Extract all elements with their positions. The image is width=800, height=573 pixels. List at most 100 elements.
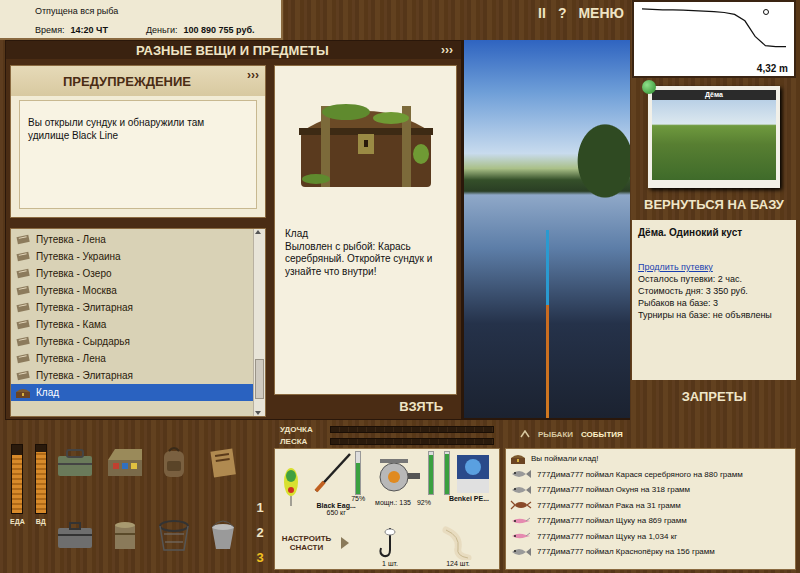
tackle-set-button[interactable]: 2 bbox=[256, 525, 263, 540]
bottom-left: ЕДАВД 1 2 3 bbox=[0, 420, 272, 573]
list-item[interactable]: Путевка - Лена bbox=[11, 231, 253, 248]
fish-icon bbox=[510, 469, 532, 479]
lure-slot[interactable] bbox=[277, 451, 304, 519]
list-item[interactable]: Клад bbox=[11, 384, 253, 401]
rod-slot[interactable]: 75%Black Eag...650 кг bbox=[307, 451, 365, 519]
card-label: Дёма bbox=[652, 90, 776, 100]
collapse-icon[interactable] bbox=[520, 430, 530, 438]
setup-button[interactable]: НАСТРОИТЬ СНАСТИ bbox=[277, 519, 351, 567]
rod-in-view bbox=[546, 230, 549, 418]
status-box: Отпущена вся рыбаВремя:14:20 ЧТДеньги:10… bbox=[0, 0, 283, 40]
hook-slot[interactable]: 1 шт. bbox=[354, 519, 426, 567]
tackle-set-button[interactable]: 1 bbox=[256, 500, 263, 515]
line-slot[interactable]: Benkei PE... bbox=[441, 451, 497, 519]
need-meter: ЕДА bbox=[10, 444, 25, 569]
scroll-down-icon[interactable] bbox=[254, 410, 262, 416]
window-arrows[interactable]: ››› bbox=[441, 43, 453, 57]
line-spool-icon bbox=[453, 451, 493, 495]
item-label: Путевка - Лена bbox=[36, 234, 106, 245]
items-list: Путевка - Лена Путевка - Украина Путевка -… bbox=[10, 228, 266, 417]
permit-icon bbox=[15, 336, 31, 347]
lure-icon bbox=[510, 516, 532, 526]
top-controls: II? МЕНЮ bbox=[462, 0, 630, 40]
event-row: 777Дима777 поймал Окуня на 318 грамм bbox=[510, 482, 791, 498]
scrollbar[interactable] bbox=[253, 229, 265, 416]
event-tab[interactable]: РЫБАКИ bbox=[538, 430, 573, 439]
permit-icon bbox=[15, 251, 31, 262]
backpack-icon[interactable] bbox=[158, 445, 190, 479]
event-text: 777Дима777 поймал Карася серебряного на … bbox=[537, 470, 743, 479]
status-message: Отпущена вся рыба bbox=[35, 6, 275, 16]
meter-fill bbox=[36, 452, 46, 513]
rod-load: 650 кг bbox=[327, 509, 346, 516]
scroll-track bbox=[254, 235, 265, 410]
tackle-box-icon[interactable] bbox=[55, 446, 95, 478]
money-value: 100 890 755 руб. bbox=[184, 25, 255, 35]
tension-label: УДОЧКА bbox=[280, 425, 326, 434]
bucket-icon[interactable] bbox=[206, 519, 240, 551]
event-text: 777Дима777 поймал Окуня на 318 грамм bbox=[537, 485, 690, 494]
item-detail: КладВыловлен с рыбой: Карась серебряный.… bbox=[274, 65, 457, 395]
return-button[interactable]: ВЕРНУТЬСЯ НА БАЗУ bbox=[632, 188, 796, 220]
list-item[interactable]: Путевка - Элитарная bbox=[11, 299, 253, 316]
event-tabs: РЫБАКИ СОБЫТИЯ bbox=[498, 430, 800, 439]
bait-slot[interactable]: 124 шт. bbox=[429, 519, 487, 567]
warning-text: Вы открыли сундук и обнаружили там удили… bbox=[19, 100, 257, 209]
location-detail: Рыбаков на базе: 3 bbox=[638, 298, 790, 308]
take-button[interactable]: ВЗЯТЬ bbox=[274, 395, 457, 417]
list-item[interactable]: Путевка - Москва bbox=[11, 282, 253, 299]
location-photo bbox=[652, 100, 776, 180]
keepnet-icon[interactable] bbox=[154, 518, 194, 552]
help-button[interactable]: ? bbox=[558, 5, 567, 21]
item-label: Путевка - Озеро bbox=[36, 268, 112, 279]
wear-fill bbox=[445, 454, 449, 494]
location-detail: Стоимость дня: 3 350 руб. bbox=[638, 286, 790, 296]
list-item[interactable]: Путевка - Лена bbox=[11, 350, 253, 367]
event-tab[interactable]: СОБЫТИЯ bbox=[581, 430, 623, 439]
event-text: Вы поймали клад! bbox=[531, 454, 598, 463]
reel-slot[interactable]: мощн.: 13592% bbox=[368, 451, 438, 519]
warning-header: ПРЕДУПРЕЖДЕНИЕ››› bbox=[11, 66, 265, 96]
reel-texts: мощн.: 13592% bbox=[375, 499, 431, 506]
extend-link[interactable]: Продлить путевку bbox=[638, 262, 790, 272]
item-label: Путевка - Кама bbox=[36, 319, 106, 330]
open-box-icon[interactable] bbox=[105, 446, 145, 478]
wear-meter bbox=[428, 451, 434, 495]
left-column: ПРЕДУПРЕЖДЕНИЕ››› Вы открыли сундук и обн… bbox=[10, 65, 266, 417]
menu-button[interactable]: МЕНЮ bbox=[578, 5, 624, 21]
time-label: Время: bbox=[35, 25, 65, 35]
hook-count: 1 шт. bbox=[382, 560, 398, 567]
feeder-icon[interactable] bbox=[107, 519, 143, 551]
location-card[interactable]: Дёма bbox=[648, 86, 780, 188]
notebook-icon[interactable] bbox=[207, 446, 239, 478]
item-label: Клад bbox=[36, 387, 59, 398]
case-icon[interactable] bbox=[55, 520, 95, 550]
location-name: Дёма. Одинокий куст bbox=[638, 227, 790, 238]
needs-meters: ЕДАВД bbox=[10, 428, 47, 569]
warning-panel: ПРЕДУПРЕЖДЕНИЕ››› Вы открыли сундук и обн… bbox=[10, 65, 266, 218]
tackle-set-button[interactable]: 3 bbox=[256, 550, 263, 565]
meter-fill bbox=[12, 455, 22, 513]
scroll-thumb[interactable] bbox=[255, 359, 264, 399]
list-item[interactable]: Путевка - Кама bbox=[11, 316, 253, 333]
rod-meter bbox=[355, 451, 361, 495]
list-item[interactable]: Путевка - Озеро bbox=[11, 265, 253, 282]
right-column: КладВыловлен с рыбой: Карась серебряный.… bbox=[274, 65, 457, 417]
list-item[interactable]: Путевка - Элитарная bbox=[11, 367, 253, 384]
bans-button[interactable]: ЗАПРЕТЫ bbox=[632, 380, 796, 412]
permit-icon bbox=[15, 353, 31, 364]
list-item[interactable]: Путевка - Украина bbox=[11, 248, 253, 265]
money-label: Деньги: bbox=[146, 25, 178, 35]
permit-icon bbox=[15, 319, 31, 330]
bottom-panels: 75%Black Eag...650 кг мощн.: 13592% Benkei… bbox=[272, 448, 800, 573]
warning-arrows[interactable]: ››› bbox=[247, 66, 259, 82]
hook-icon bbox=[377, 526, 403, 560]
pause-button[interactable]: II bbox=[538, 5, 546, 21]
rod-icon bbox=[312, 451, 352, 495]
scroll-up-icon[interactable] bbox=[254, 229, 262, 235]
wear-meter bbox=[444, 451, 450, 495]
list-item[interactable]: Путевка - Сырдарья bbox=[11, 333, 253, 350]
tension-bars: УДОЧКАЛЕСКА bbox=[272, 423, 498, 446]
tension-row: УДОЧКА bbox=[280, 425, 494, 434]
tackle-panel: 75%Black Eag...650 кг мощн.: 13592% Benkei… bbox=[274, 448, 500, 570]
